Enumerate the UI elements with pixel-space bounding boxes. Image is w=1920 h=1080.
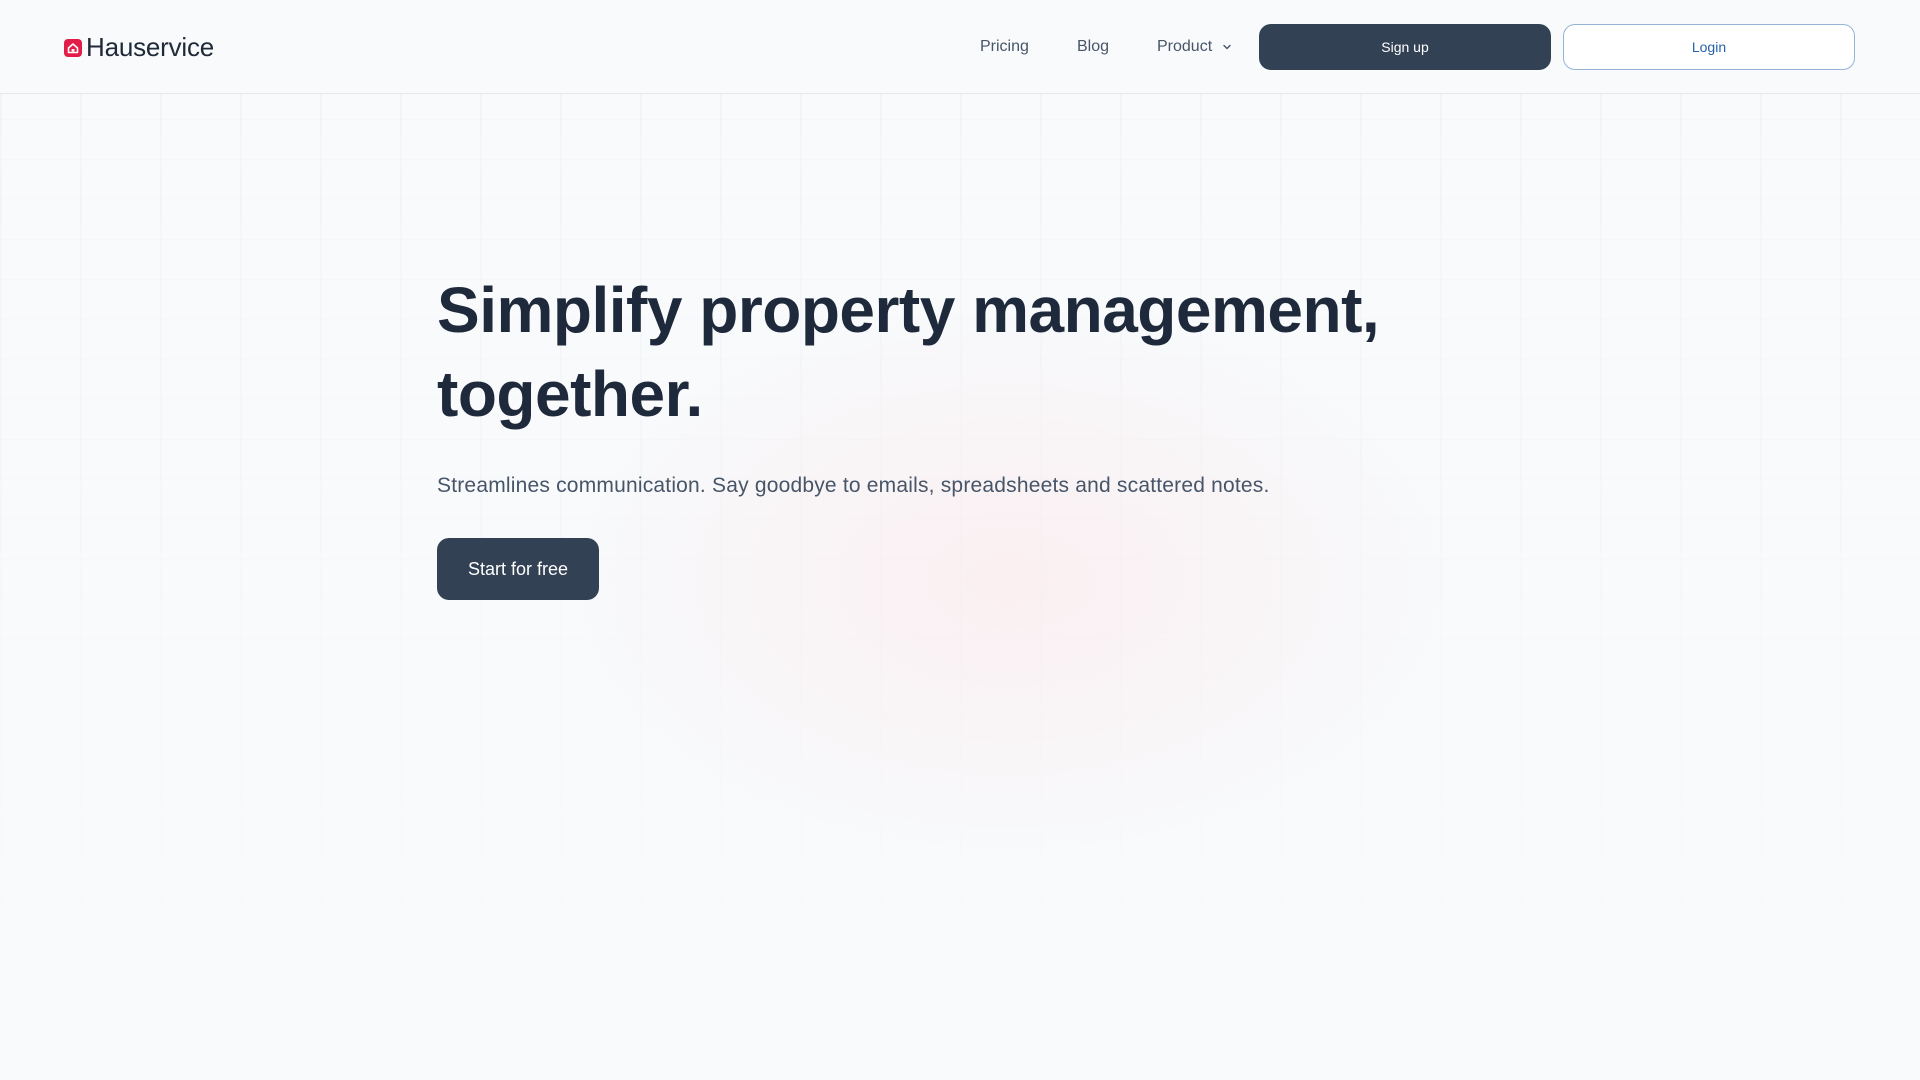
brand-logo-link[interactable]: Hauservice — [64, 30, 214, 64]
chevron-down-icon — [1222, 42, 1232, 52]
login-button[interactable]: Login — [1563, 24, 1855, 70]
nav-product-label: Product — [1157, 38, 1213, 55]
house-icon — [64, 39, 82, 57]
nav-blog-link[interactable]: Blog — [1077, 38, 1109, 56]
landing-page: Hauservice Pricing Blog Product Sign up … — [0, 0, 1920, 1080]
nav-product-dropdown[interactable]: Product — [1157, 38, 1232, 56]
signup-button[interactable]: Sign up — [1259, 24, 1551, 70]
hero-title-line-2: together. — [437, 358, 703, 430]
nav-pricing-link[interactable]: Pricing — [980, 38, 1029, 56]
start-for-free-button[interactable]: Start for free — [437, 538, 599, 600]
hero-subtitle: Streamlines communication. Say goodbye t… — [437, 474, 1270, 497]
hero-title: Simplify property management, together. — [437, 268, 1537, 436]
brand-name: Hauservice — [86, 31, 215, 62]
hero-section: Simplify property management, together. … — [437, 268, 1537, 600]
site-header: Hauservice Pricing Blog Product Sign up … — [0, 0, 1920, 94]
hero-title-line-1: Simplify property management, — [437, 274, 1380, 346]
